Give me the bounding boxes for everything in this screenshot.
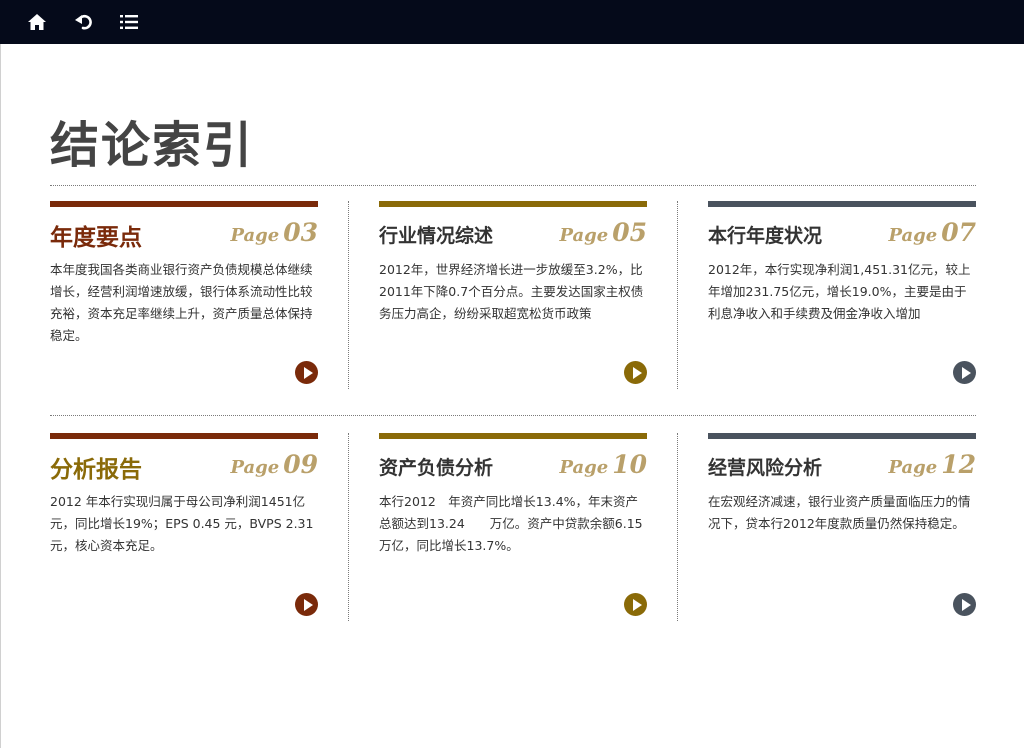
card-title: 分析报告 bbox=[50, 457, 142, 483]
card-description: 2012年，世界经济增长进一步放缓至3.2%，比2011年下降0.7个百分点。主… bbox=[379, 262, 644, 321]
card-description: 2012 年本行实现归属于母公司净利润1451亿元，同比增长19%；EPS 0.… bbox=[50, 494, 314, 553]
page-label: Page bbox=[888, 457, 938, 478]
play-icon bbox=[961, 366, 971, 379]
page-reference: Page 03 bbox=[230, 218, 318, 247]
play-button[interactable] bbox=[953, 593, 976, 616]
card-title: 行业情况综述 bbox=[379, 225, 494, 247]
play-button[interactable] bbox=[295, 593, 318, 616]
card-description: 本年度我国各类商业银行资产负债规模总体继续增长，经营利润增速放缓，银行体系流动性… bbox=[50, 262, 313, 343]
play-icon bbox=[632, 598, 642, 611]
page-reference: Page 09 bbox=[230, 450, 318, 479]
card-color-bar bbox=[50, 201, 318, 207]
home-button[interactable] bbox=[25, 10, 49, 34]
page-reference: Page 10 bbox=[559, 450, 647, 479]
card-description: 本行2012 年资产同比增长13.4%，年末资产总额达到13.24 万亿。资产中… bbox=[379, 494, 643, 553]
play-button[interactable] bbox=[953, 361, 976, 384]
card-color-bar bbox=[50, 433, 318, 439]
play-icon bbox=[303, 366, 313, 379]
menu-button[interactable] bbox=[117, 10, 141, 34]
index-card-analysis-report[interactable]: 分析报告 Page 09 2012 年本行实现归属于母公司净利润1451亿元，同比… bbox=[50, 433, 318, 623]
index-card-bank-annual-status[interactable]: 本行年度状况 Page 07 2012年，本行实现净利润1,451.31亿元，较上… bbox=[708, 201, 976, 391]
page-label: Page bbox=[559, 225, 609, 246]
page-number: 05 bbox=[612, 218, 647, 247]
play-button[interactable] bbox=[624, 593, 647, 616]
column-divider bbox=[348, 201, 349, 389]
page-number: 10 bbox=[612, 450, 647, 479]
play-button[interactable] bbox=[295, 361, 318, 384]
play-button[interactable] bbox=[624, 361, 647, 384]
home-icon bbox=[28, 14, 46, 30]
column-divider bbox=[677, 433, 678, 621]
card-title: 本行年度状况 bbox=[708, 225, 823, 247]
card-description: 2012年，本行实现净利润1,451.31亿元，较上年增加231.75亿元，增长… bbox=[708, 262, 971, 321]
page-title: 结论索引 bbox=[50, 117, 255, 174]
card-color-bar bbox=[708, 433, 976, 439]
page-number: 12 bbox=[941, 450, 976, 479]
card-color-bar bbox=[708, 201, 976, 207]
play-icon bbox=[632, 366, 642, 379]
top-toolbar bbox=[0, 0, 1024, 44]
page-number: 03 bbox=[283, 218, 318, 247]
page-reference: Page 12 bbox=[888, 450, 976, 479]
list-menu-icon bbox=[120, 15, 138, 29]
index-card-annual-highlights[interactable]: 年度要点 Page 03 本年度我国各类商业银行资产负债规模总体继续增长，经营利润… bbox=[50, 201, 318, 391]
card-title: 资产负债分析 bbox=[379, 457, 494, 479]
page-label: Page bbox=[230, 225, 280, 246]
play-icon bbox=[303, 598, 313, 611]
page-label: Page bbox=[230, 457, 280, 478]
page-label: Page bbox=[888, 225, 938, 246]
card-color-bar bbox=[379, 433, 647, 439]
back-icon bbox=[75, 14, 92, 30]
index-page: 结论索引 年度要点 Page 03 本年度我国各类商业银行资产负债规模总体继续增长… bbox=[0, 44, 1024, 748]
column-divider bbox=[348, 433, 349, 621]
page-reference: Page 05 bbox=[559, 218, 647, 247]
card-color-bar bbox=[379, 201, 647, 207]
play-icon bbox=[961, 598, 971, 611]
card-title: 经营风险分析 bbox=[708, 457, 823, 479]
page-number: 09 bbox=[283, 450, 318, 479]
page-label: Page bbox=[559, 457, 609, 478]
index-card-operating-risk[interactable]: 经营风险分析 Page 12 在宏观经济减速，银行业资产质量面临压力的情况下，贷本… bbox=[708, 433, 976, 623]
divider-middle bbox=[50, 415, 976, 416]
page-reference: Page 07 bbox=[888, 218, 976, 247]
card-title: 年度要点 bbox=[50, 225, 142, 251]
card-description: 在宏观经济减速，银行业资产质量面临压力的情况下，贷本行2012年度款质量仍然保持… bbox=[708, 494, 971, 531]
back-button[interactable] bbox=[71, 10, 95, 34]
column-divider bbox=[677, 201, 678, 389]
page-number: 07 bbox=[941, 218, 976, 247]
index-card-industry-overview[interactable]: 行业情况综述 Page 05 2012年，世界经济增长进一步放缓至3.2%，比20… bbox=[379, 201, 647, 391]
index-card-assets-liabilities[interactable]: 资产负债分析 Page 10 本行2012 年资产同比增长13.4%，年末资产总额… bbox=[379, 433, 647, 623]
divider-top bbox=[50, 185, 976, 186]
